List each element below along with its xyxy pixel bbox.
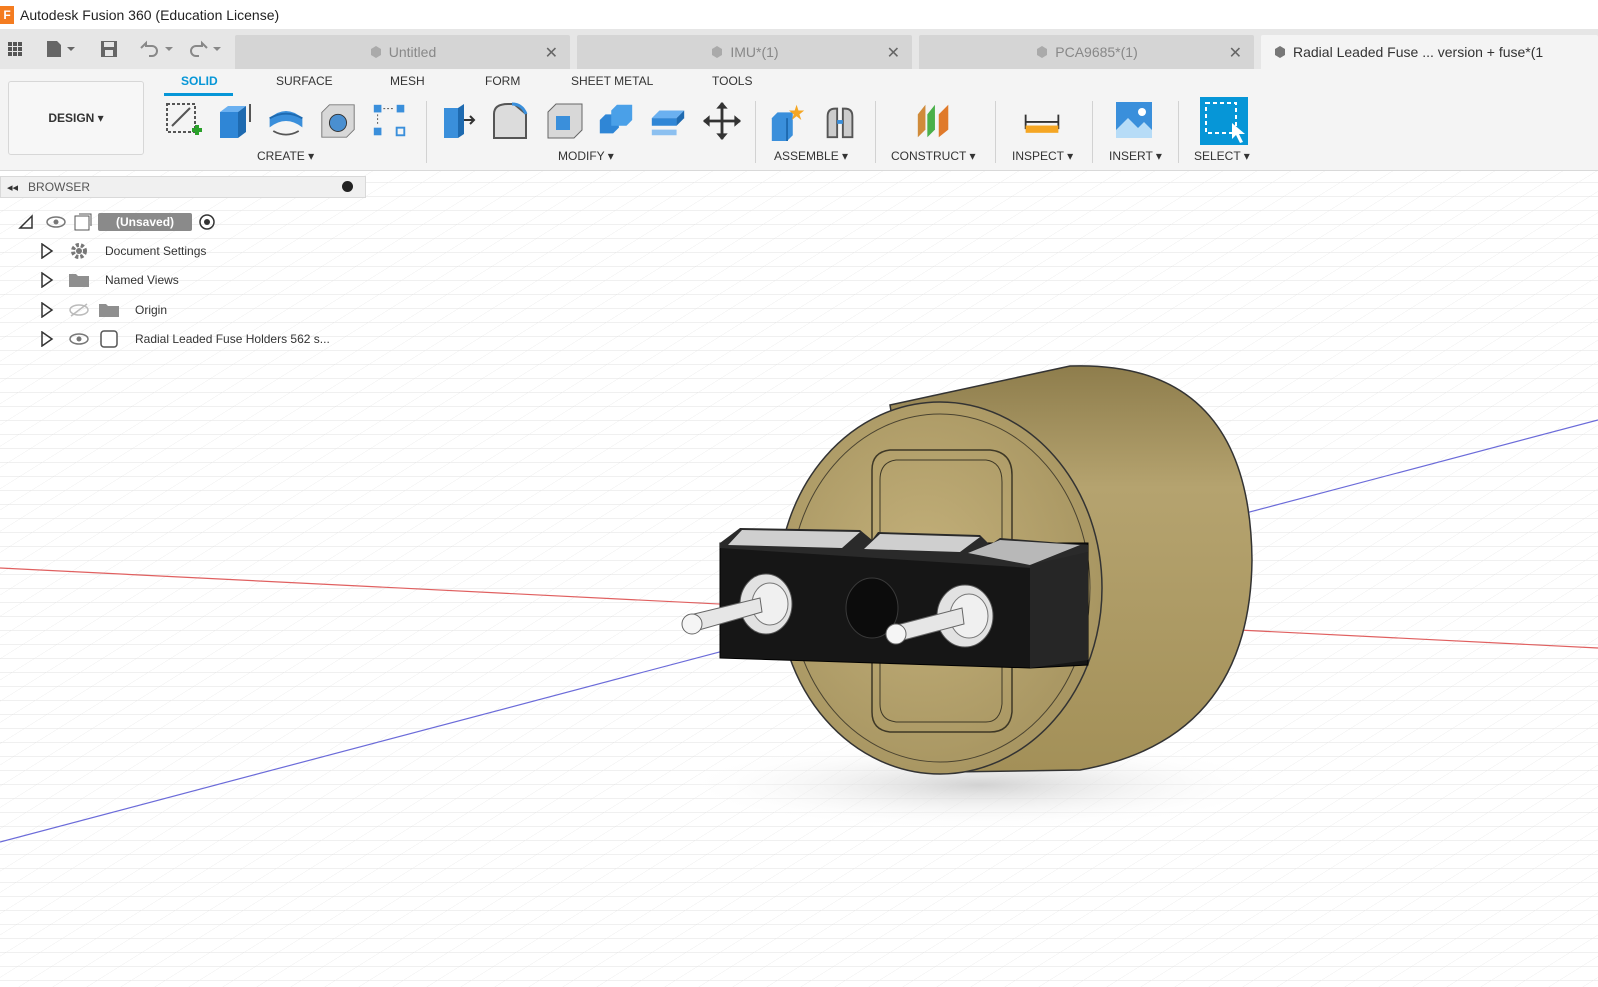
fillet-icon[interactable] [490, 99, 530, 143]
browser-item-label: Radial Leaded Fuse Holders 562 s... [135, 332, 330, 346]
expand-triangle-icon[interactable] [40, 302, 54, 318]
tab-mesh[interactable]: MESH [390, 74, 425, 88]
save-icon[interactable] [98, 37, 120, 61]
toolbar-ribbon: DESIGN ▾ SOLID SURFACE MESH FORM SHEET M… [0, 69, 1598, 171]
close-icon[interactable]: ✕ [887, 43, 900, 63]
browser-item-radial-leaded-fuse[interactable]: Radial Leaded Fuse Holders 562 s... [40, 328, 330, 350]
create-menu[interactable]: CREATE ▾ [257, 149, 314, 163]
apps-grid-icon[interactable] [4, 37, 26, 61]
active-tab-indicator [164, 93, 233, 96]
close-icon[interactable]: ✕ [545, 43, 558, 63]
component-icon [1275, 46, 1285, 58]
tab-untitled[interactable]: Untitled ✕ [235, 35, 570, 69]
title-bar: F Autodesk Fusion 360 (Education License… [0, 0, 1598, 29]
file-menu-icon[interactable] [42, 37, 80, 61]
browser-item-label: Named Views [105, 273, 179, 287]
tab-label: PCA9685*(1) [1055, 44, 1138, 60]
browser-title: BROWSER [28, 180, 91, 194]
tab-imu[interactable]: IMU*(1) ✕ [577, 35, 912, 69]
browser-item-label: Origin [135, 303, 168, 317]
construct-menu[interactable]: CONSTRUCT ▾ [891, 149, 975, 163]
browser-item-document-settings[interactable]: Document Settings [40, 240, 206, 262]
collapse-triangle-icon[interactable] [18, 214, 34, 230]
browser-item-label: Document Settings [105, 244, 207, 258]
body-icon [100, 330, 118, 348]
folder-icon [69, 274, 89, 287]
browser-item-named-views[interactable]: Named Views [40, 269, 179, 291]
tab-form[interactable]: FORM [485, 74, 520, 88]
tab-label: Radial Leaded Fuse ... version + fuse*(1 [1293, 44, 1544, 60]
folder-icon [99, 304, 119, 317]
insert-menu[interactable]: INSERT ▾ [1109, 149, 1162, 163]
tab-solid[interactable]: SOLID [181, 74, 218, 88]
offset-face-icon[interactable] [648, 99, 688, 143]
pin-panel-icon[interactable] [342, 181, 353, 192]
move-icon[interactable] [702, 99, 742, 143]
assemble-menu[interactable]: ASSEMBLE ▾ [774, 149, 848, 163]
component-icon [1037, 46, 1048, 58]
component-icon [712, 46, 723, 58]
tab-surface[interactable]: SURFACE [276, 74, 333, 88]
root-component-name[interactable]: (Unsaved) [98, 213, 193, 231]
tab-label: Untitled [388, 44, 437, 60]
visibility-eye-icon[interactable] [68, 332, 90, 346]
window-select-icon[interactable] [1200, 97, 1248, 145]
tab-pca9685[interactable]: PCA9685*(1) ✕ [919, 35, 1254, 69]
separator [426, 101, 427, 163]
collapse-panel-icon[interactable]: ◂◂ [7, 181, 18, 194]
revolve-icon[interactable] [266, 99, 306, 143]
tab-tools[interactable]: TOOLS [712, 74, 752, 88]
separator [1092, 101, 1093, 163]
press-pull-icon[interactable] [438, 99, 478, 143]
shell-icon[interactable] [544, 99, 584, 143]
tab-label: IMU*(1) [730, 44, 779, 60]
expand-triangle-icon[interactable] [40, 272, 54, 288]
browser-item-origin[interactable]: Origin [40, 299, 167, 321]
gear-icon [71, 243, 87, 259]
select-menu[interactable]: SELECT ▾ [1194, 149, 1250, 163]
separator [995, 101, 996, 163]
undo-icon[interactable] [136, 37, 176, 61]
workspace-switcher[interactable]: DESIGN ▾ [8, 81, 144, 155]
separator [755, 101, 756, 163]
redo-icon[interactable] [186, 37, 226, 61]
visibility-eye-icon[interactable] [46, 215, 66, 229]
component-icon [74, 213, 92, 231]
create-sketch-icon[interactable] [164, 99, 204, 143]
inspect-menu[interactable]: INSPECT ▾ [1012, 149, 1073, 163]
component-icon [370, 46, 381, 58]
document-tab-bar: Untitled ✕ IMU*(1) ✕ PCA9685*(1) ✕ Radia… [0, 29, 1598, 69]
measure-icon[interactable] [1022, 99, 1062, 143]
close-icon[interactable]: ✕ [1229, 43, 1242, 63]
browser-root-row[interactable]: (Unsaved) [18, 211, 216, 233]
tab-radial-leaded-fuse[interactable]: Radial Leaded Fuse ... version + fuse*(1 [1261, 35, 1598, 69]
extrude-icon[interactable] [214, 99, 254, 143]
tab-sheet-metal[interactable]: SHEET METAL [571, 74, 653, 88]
fusion-app-icon: F [0, 5, 14, 24]
separator [1178, 101, 1179, 163]
pattern-icon[interactable] [370, 99, 410, 143]
insert-image-icon[interactable] [1114, 99, 1154, 143]
expand-triangle-icon[interactable] [40, 331, 54, 347]
browser-panel-header: ◂◂ BROWSER [0, 176, 366, 198]
expand-triangle-icon[interactable] [40, 243, 54, 259]
activate-radio-icon[interactable] [198, 213, 216, 231]
offset-plane-icon[interactable] [914, 99, 954, 143]
hidden-eye-icon[interactable] [68, 303, 90, 317]
model-canvas[interactable] [0, 171, 1598, 987]
modify-menu[interactable]: MODIFY ▾ [558, 149, 614, 163]
joint-icon[interactable] [820, 99, 860, 143]
new-component-icon[interactable] [768, 99, 808, 143]
window-title: Autodesk Fusion 360 (Education License) [20, 6, 280, 23]
hole-icon[interactable] [318, 99, 358, 143]
3d-viewport[interactable] [0, 171, 1598, 987]
combine-icon[interactable] [596, 99, 636, 143]
separator [875, 101, 876, 163]
